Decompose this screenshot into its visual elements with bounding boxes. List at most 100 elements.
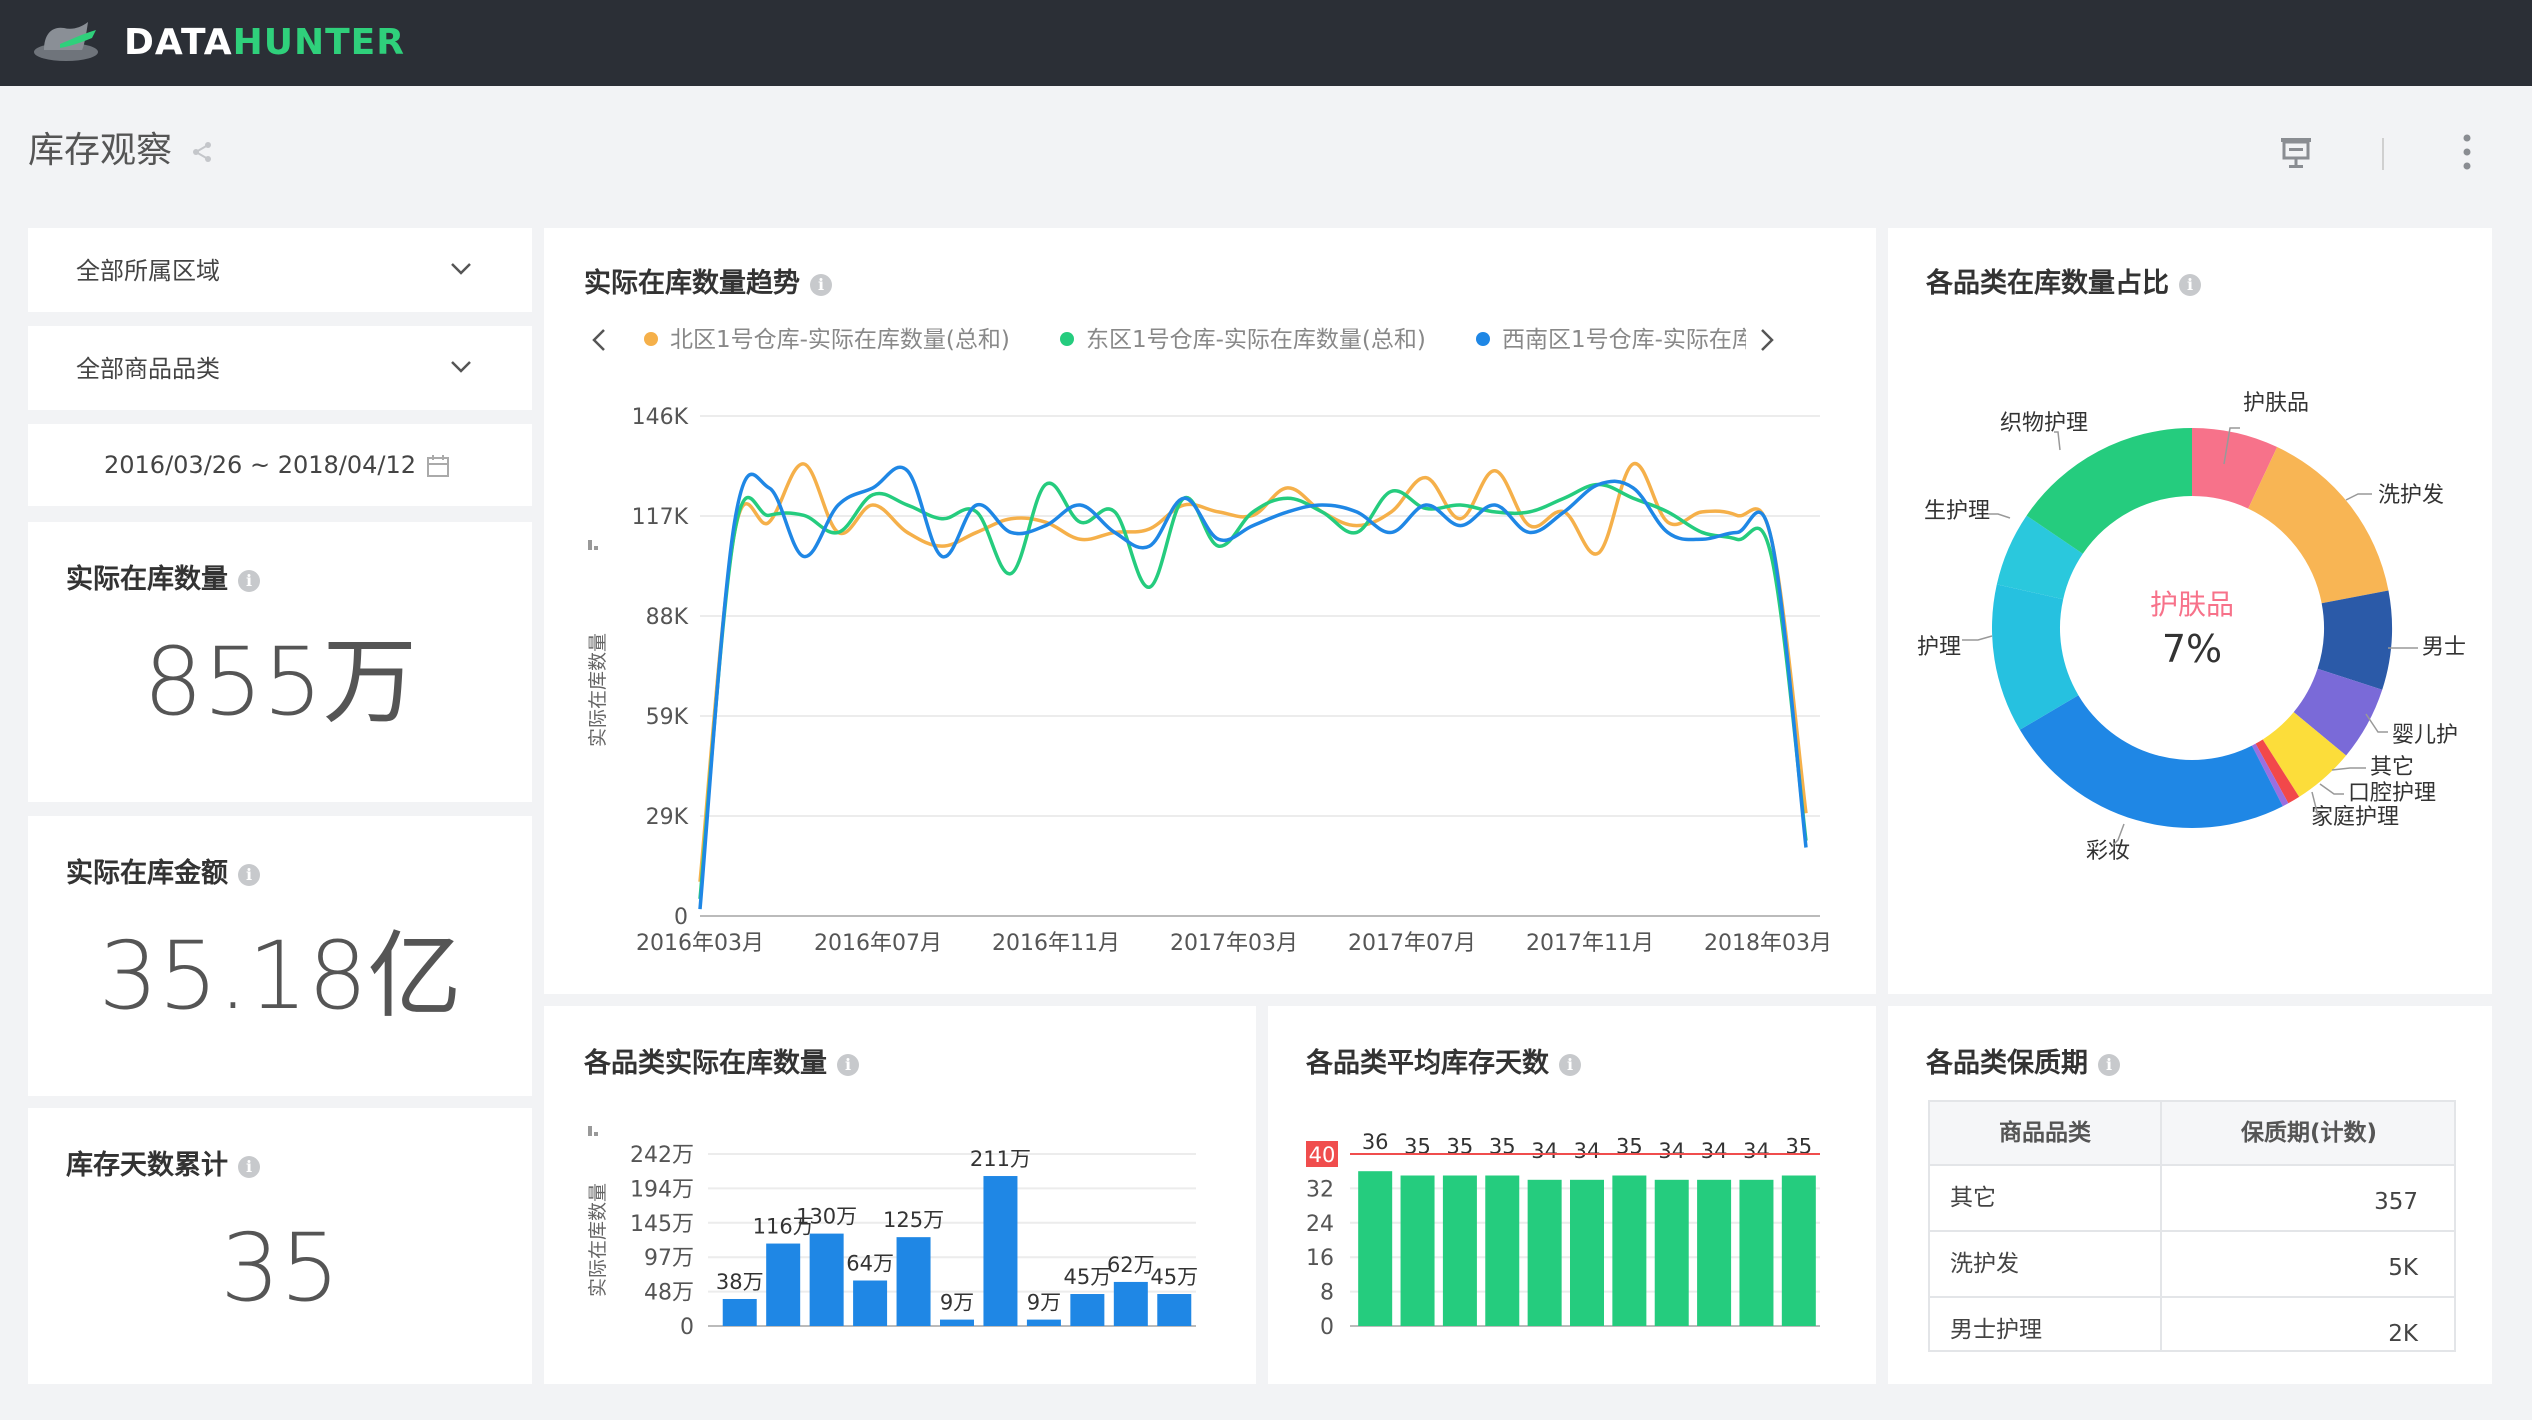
leader-line [1988, 513, 2011, 519]
donut-center-value: 7% [2162, 627, 2222, 671]
donut-slice-label: 护理 [1917, 635, 1961, 660]
card-title: 各品类保质期 i [1926, 1044, 2120, 1084]
brand-name-data: DATA [124, 22, 233, 63]
region-filter-value: 全部所属区域 [76, 257, 220, 285]
kpi-value: 35.18亿 [98, 922, 462, 1031]
bar [1697, 1179, 1732, 1326]
donut-slice-label: 口腔护理 [2348, 781, 2436, 806]
series-line [698, 481, 1808, 900]
table-row[interactable]: 洗护发 5K [1930, 1232, 2454, 1298]
share-icon[interactable] [190, 140, 214, 164]
bar-value-label: 9万 [940, 1291, 974, 1315]
kpi-title-text: 库存天数累计 [66, 1150, 228, 1181]
y-tick-label: 194万 [630, 1177, 694, 1202]
kpi-title: 实际在库数量 i [66, 560, 260, 600]
bar [809, 1233, 844, 1326]
y-tick-label: 8 [1320, 1281, 1334, 1306]
presentation-icon[interactable] [2278, 134, 2314, 170]
table-cell-count: 5K [2388, 1255, 2418, 1281]
y-axis-label: 实际在库数量 [587, 1183, 609, 1297]
y-tick-label: 24 [1306, 1212, 1334, 1237]
table-row[interactable]: 其它 357 [1930, 1166, 2454, 1232]
x-tick-label: 2016年03月 [636, 931, 764, 956]
table-cell-category: 男士护理 [1950, 1317, 2042, 1343]
donut-slice-label: 织物护理 [2000, 411, 2088, 436]
bar-value-label: 62万 [1107, 1253, 1155, 1277]
category-filter-dropdown[interactable]: 全部商品品类 [28, 326, 532, 410]
table-row[interactable]: 男士护理 2K [1930, 1298, 2454, 1350]
bar [1358, 1171, 1393, 1326]
kpi-card-stock-days: 库存天数累计 i 35 [28, 1108, 532, 1384]
shelf-life-table: 商品品类 保质期(计数) 其它 357 洗护发 5K 男士护理 2K [1928, 1100, 2456, 1352]
bar [1442, 1175, 1477, 1326]
y-tick-label: 146K [632, 405, 689, 430]
region-filter-dropdown[interactable]: 全部所属区域 [28, 228, 532, 312]
table-header: 商品品类 保质期(计数) [1930, 1102, 2454, 1166]
donut-slice-label: 护肤品 [2243, 391, 2309, 416]
x-tick-label: 2018年03月 [1704, 931, 1832, 956]
chevron-down-icon [451, 361, 471, 373]
donut-slice-label: 男士 [2422, 635, 2466, 660]
donut-slice-label: 婴儿护 [2392, 723, 2458, 748]
category-share-card: 各品类在库数量占比 i 护肤品 洗护发 男士 婴儿护 其它 口腔护理 家庭护理 彩妆 护理 生护理织… [1888, 228, 2492, 994]
column-header-count[interactable]: 保质期(计数) [2162, 1102, 2454, 1164]
bar-value-label: 64万 [846, 1252, 894, 1276]
y-tick-label: 29K [646, 805, 689, 830]
donut-slice-label: 其它 [2370, 755, 2414, 780]
info-icon[interactable]: i [238, 864, 260, 886]
trend-line-chart: 0 29K 59K 88K 117K 146K 2016年03月 2016年07月 2016年1… [587, 405, 1832, 956]
x-tick-label: 2017年07月 [1348, 931, 1476, 956]
bar-value-label: 34 [1574, 1139, 1601, 1163]
donut-slice-label: 家庭护理 [2311, 805, 2399, 830]
column-header-category[interactable]: 商品品类 [1930, 1102, 2160, 1164]
logo-hat-icon[interactable] [30, 18, 110, 68]
avg-days-card: 各品类平均库存天数 i 0 8 16 24 32 40 36 35 35 35 34 34 35 34 34 3… [1268, 1006, 1876, 1384]
column-divider [2160, 1102, 2162, 1350]
y-axis-label-icon [588, 540, 592, 550]
kpi-title-text: 实际在库金额 [66, 858, 228, 889]
y-tick-label: 59K [646, 705, 689, 730]
bar [983, 1176, 1018, 1326]
donut-slice-label: 彩妆 [2086, 839, 2130, 864]
date-range-value: 2016/03/26 ~ 2018/04/12 [104, 451, 417, 479]
brand-name-hunter: HUNTER [232, 22, 405, 63]
y-tick-label: 16 [1306, 1246, 1334, 1271]
kpi-title-text: 实际在库数量 [66, 564, 228, 595]
kpi-title: 库存天数累计 i [66, 1146, 260, 1186]
bar-value-label: 45万 [1063, 1265, 1111, 1289]
y-tick-label: 117K [632, 505, 689, 530]
info-icon[interactable]: i [238, 570, 260, 592]
bar [1781, 1175, 1816, 1326]
brand-name[interactable]: DATAHUNTER [124, 18, 405, 68]
leader-line [2345, 493, 2372, 501]
table-cell-category: 其它 [1950, 1185, 1996, 1211]
bar [1527, 1179, 1562, 1326]
bar [766, 1243, 801, 1326]
more-options-icon[interactable] [2460, 132, 2474, 172]
bar-value-label: 130万 [796, 1205, 857, 1229]
y-tick-label: 88K [646, 605, 689, 630]
y-tick-label: 145万 [630, 1212, 694, 1237]
kpi-value: 855万 [143, 628, 417, 737]
y-tick-label: 97万 [644, 1246, 694, 1271]
kpi-title: 实际在库金额 i [66, 854, 260, 894]
x-tick-label: 2017年03月 [1170, 931, 1298, 956]
bar-value-label: 45万 [1150, 1265, 1198, 1289]
top-nav-bar: DATAHUNTER [0, 0, 2532, 86]
y-tick-label: 0 [1320, 1315, 1334, 1340]
bar [1739, 1179, 1774, 1326]
bar [1026, 1319, 1061, 1326]
y-tick-label: 0 [680, 1315, 694, 1340]
bar-value-label: 38万 [716, 1270, 764, 1294]
info-icon[interactable]: i [238, 1156, 260, 1178]
card-title-text: 各品类保质期 [1926, 1048, 2088, 1079]
x-tick-label: 2016年11月 [992, 931, 1120, 956]
date-range-picker[interactable]: 2016/03/26 ~ 2018/04/12 [28, 424, 532, 506]
info-icon[interactable]: i [2098, 1054, 2120, 1076]
y-tick-label: 242万 [630, 1143, 694, 1168]
bar [853, 1280, 888, 1326]
bar [1113, 1281, 1148, 1326]
trend-chart-card: 实际在库数量趋势 i 北区1号仓库-实际在库数量(总和) 东区1号仓库-实际在库数… [544, 228, 1876, 994]
shelf-life-card: 各品类保质期 i 商品品类 保质期(计数) 其它 357 洗护发 5K 男士护理 … [1888, 1006, 2492, 1384]
leader-line [2331, 767, 2366, 771]
